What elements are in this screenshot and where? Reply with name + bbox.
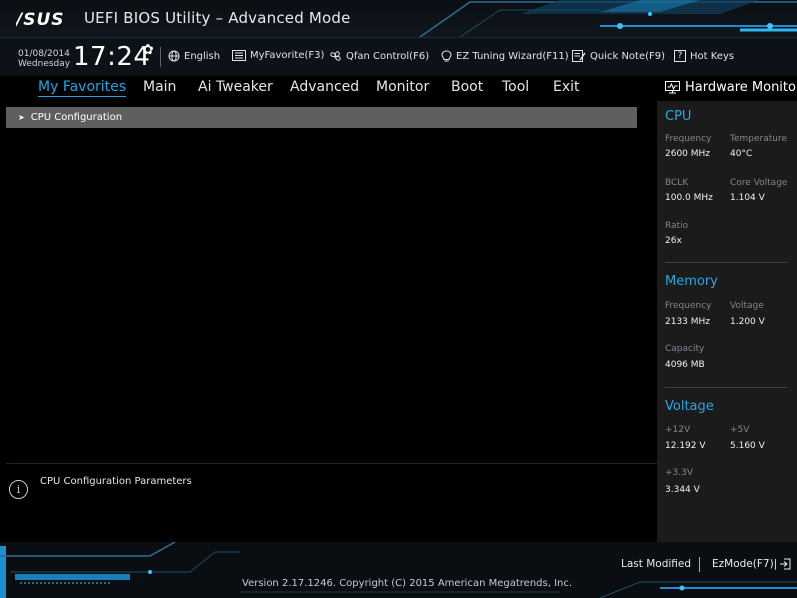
cpu-ratio-value: 26x <box>665 236 682 246</box>
hardware-monitor-panel: CPU Frequency Temperature 2600 MHz 40°C … <box>657 101 797 545</box>
memory-capacity-label: Capacity <box>665 344 705 354</box>
qfan-control-label: Qfan Control(F6) <box>346 51 430 62</box>
cpu-core-voltage-label: Core Voltage <box>730 178 788 188</box>
monitor-icon <box>665 81 680 94</box>
ezmode-button[interactable]: EzMode(F7)| <box>712 558 791 570</box>
tab-advanced[interactable]: Advanced <box>290 79 359 95</box>
ezmode-label: EzMode(F7)| <box>712 558 778 570</box>
weekday-text: Wednesday <box>18 59 71 69</box>
memory-section-title: Memory <box>665 274 718 289</box>
gear-icon[interactable]: ✿ <box>142 42 154 58</box>
asus-logo: /SUS <box>16 10 65 28</box>
quick-note-label: Quick Note(F9) <box>590 50 666 62</box>
hot-keys-button[interactable]: ? Hot Keys <box>674 50 734 62</box>
bottom-separator <box>699 557 700 572</box>
voltage-12v-value: 12.192 V <box>665 441 706 451</box>
bottom-bar: Version 2.17.1246. Copyright (C) 2015 Am… <box>0 542 797 598</box>
globe-icon <box>168 50 180 62</box>
memory-voltage-label: Voltage <box>730 301 764 311</box>
info-icon: i <box>9 480 28 499</box>
status-separator <box>160 47 161 67</box>
tab-exit[interactable]: Exit <box>553 79 580 95</box>
cpu-divider <box>665 262 787 263</box>
cpu-frequency-value: 2600 MHz <box>665 149 711 159</box>
status-bar: 01/08/2014 Wednesday 17:24 ✿ English MyF… <box>0 38 797 76</box>
note-icon <box>572 50 586 62</box>
fan-icon <box>330 51 341 61</box>
hot-keys-label: Hot Keys <box>690 50 735 62</box>
list-item-cpu-configuration[interactable]: ➤ CPU Configuration <box>6 107 637 128</box>
help-area: i CPU Configuration Parameters <box>0 464 657 542</box>
ez-tuning-wizard-button[interactable]: EZ Tuning Wizard(F11) <box>441 50 569 63</box>
list-item-label: CPU Configuration <box>30 112 123 123</box>
lightbulb-icon <box>441 50 452 62</box>
menu-bar: My Favorites Main Ai Tweaker Advanced Mo… <box>0 76 797 101</box>
tab-boot[interactable]: Boot <box>451 79 483 95</box>
voltage-3v3-label: +3.3V <box>665 468 694 478</box>
tab-main[interactable]: Main <box>143 79 176 95</box>
voltage-5v-label: +5V <box>730 425 750 435</box>
myfavorite-button[interactable]: MyFavorite(F3) <box>232 50 324 61</box>
ez-tuning-wizard-label: EZ Tuning Wizard(F11) <box>456 51 569 62</box>
clock: 17:24 <box>73 42 151 72</box>
voltage-3v3-value: 3.344 V <box>665 485 700 495</box>
voltage-section-title: Voltage <box>665 399 714 414</box>
qfan-control-button[interactable]: Qfan Control(F6) <box>329 50 429 63</box>
memory-voltage-value: 1.200 V <box>730 317 765 327</box>
language-button[interactable]: English <box>168 50 220 62</box>
bottom-bar-decoration <box>0 542 797 598</box>
cpu-temperature-label: Temperature <box>730 134 788 144</box>
date-text: 01/08/2014 <box>18 49 70 59</box>
cpu-core-voltage-value: 1.104 V <box>730 193 765 203</box>
cpu-frequency-label: Frequency <box>665 134 712 144</box>
hardware-monitor-label: Hardware Monitor <box>685 80 797 95</box>
memory-frequency-value: 2133 MHz <box>665 317 711 327</box>
myfavorite-label: MyFavorite(F3) <box>250 50 325 61</box>
voltage-12v-label: +12V <box>665 425 691 435</box>
app-title: UEFI BIOS Utility – Advanced Mode <box>84 9 351 27</box>
copyright-text: Version 2.17.1246. Copyright (C) 2015 Am… <box>242 578 573 589</box>
date-display: 01/08/2014 Wednesday <box>18 49 70 69</box>
memory-capacity-value: 4096 MB <box>665 360 705 370</box>
cpu-section-title: CPU <box>665 109 692 124</box>
memory-frequency-label: Frequency <box>665 301 712 311</box>
svg-text:/SUS: /SUS <box>16 10 65 28</box>
cpu-bclk-value: 100.0 MHz <box>665 193 713 203</box>
arrow-right-icon: ➤ <box>18 113 25 122</box>
title-bar: /SUS UEFI BIOS Utility – Advanced Mode <box>0 0 797 38</box>
question-icon: ? <box>674 50 686 62</box>
quick-note-button[interactable]: Quick Note(F9) <box>572 50 665 62</box>
help-text: CPU Configuration Parameters <box>40 476 192 487</box>
memory-divider <box>665 387 787 388</box>
favorite-window-icon <box>232 50 246 61</box>
cpu-bclk-label: BCLK <box>665 178 689 188</box>
tab-my-favorites[interactable]: My Favorites <box>38 79 127 97</box>
cpu-ratio-label: Ratio <box>665 221 689 231</box>
exit-arrow-icon <box>780 558 791 570</box>
last-modified-button[interactable]: Last Modified <box>621 558 691 570</box>
main-content: ➤ CPU Configuration <box>6 107 637 463</box>
tab-monitor[interactable]: Monitor <box>376 79 429 95</box>
cpu-temperature-value: 40°C <box>730 149 753 159</box>
hardware-monitor-title: Hardware Monitor <box>665 80 797 95</box>
tab-ai-tweaker[interactable]: Ai Tweaker <box>198 79 273 95</box>
voltage-5v-value: 5.160 V <box>730 441 765 451</box>
language-label: English <box>184 50 221 62</box>
tab-tool[interactable]: Tool <box>502 79 529 95</box>
